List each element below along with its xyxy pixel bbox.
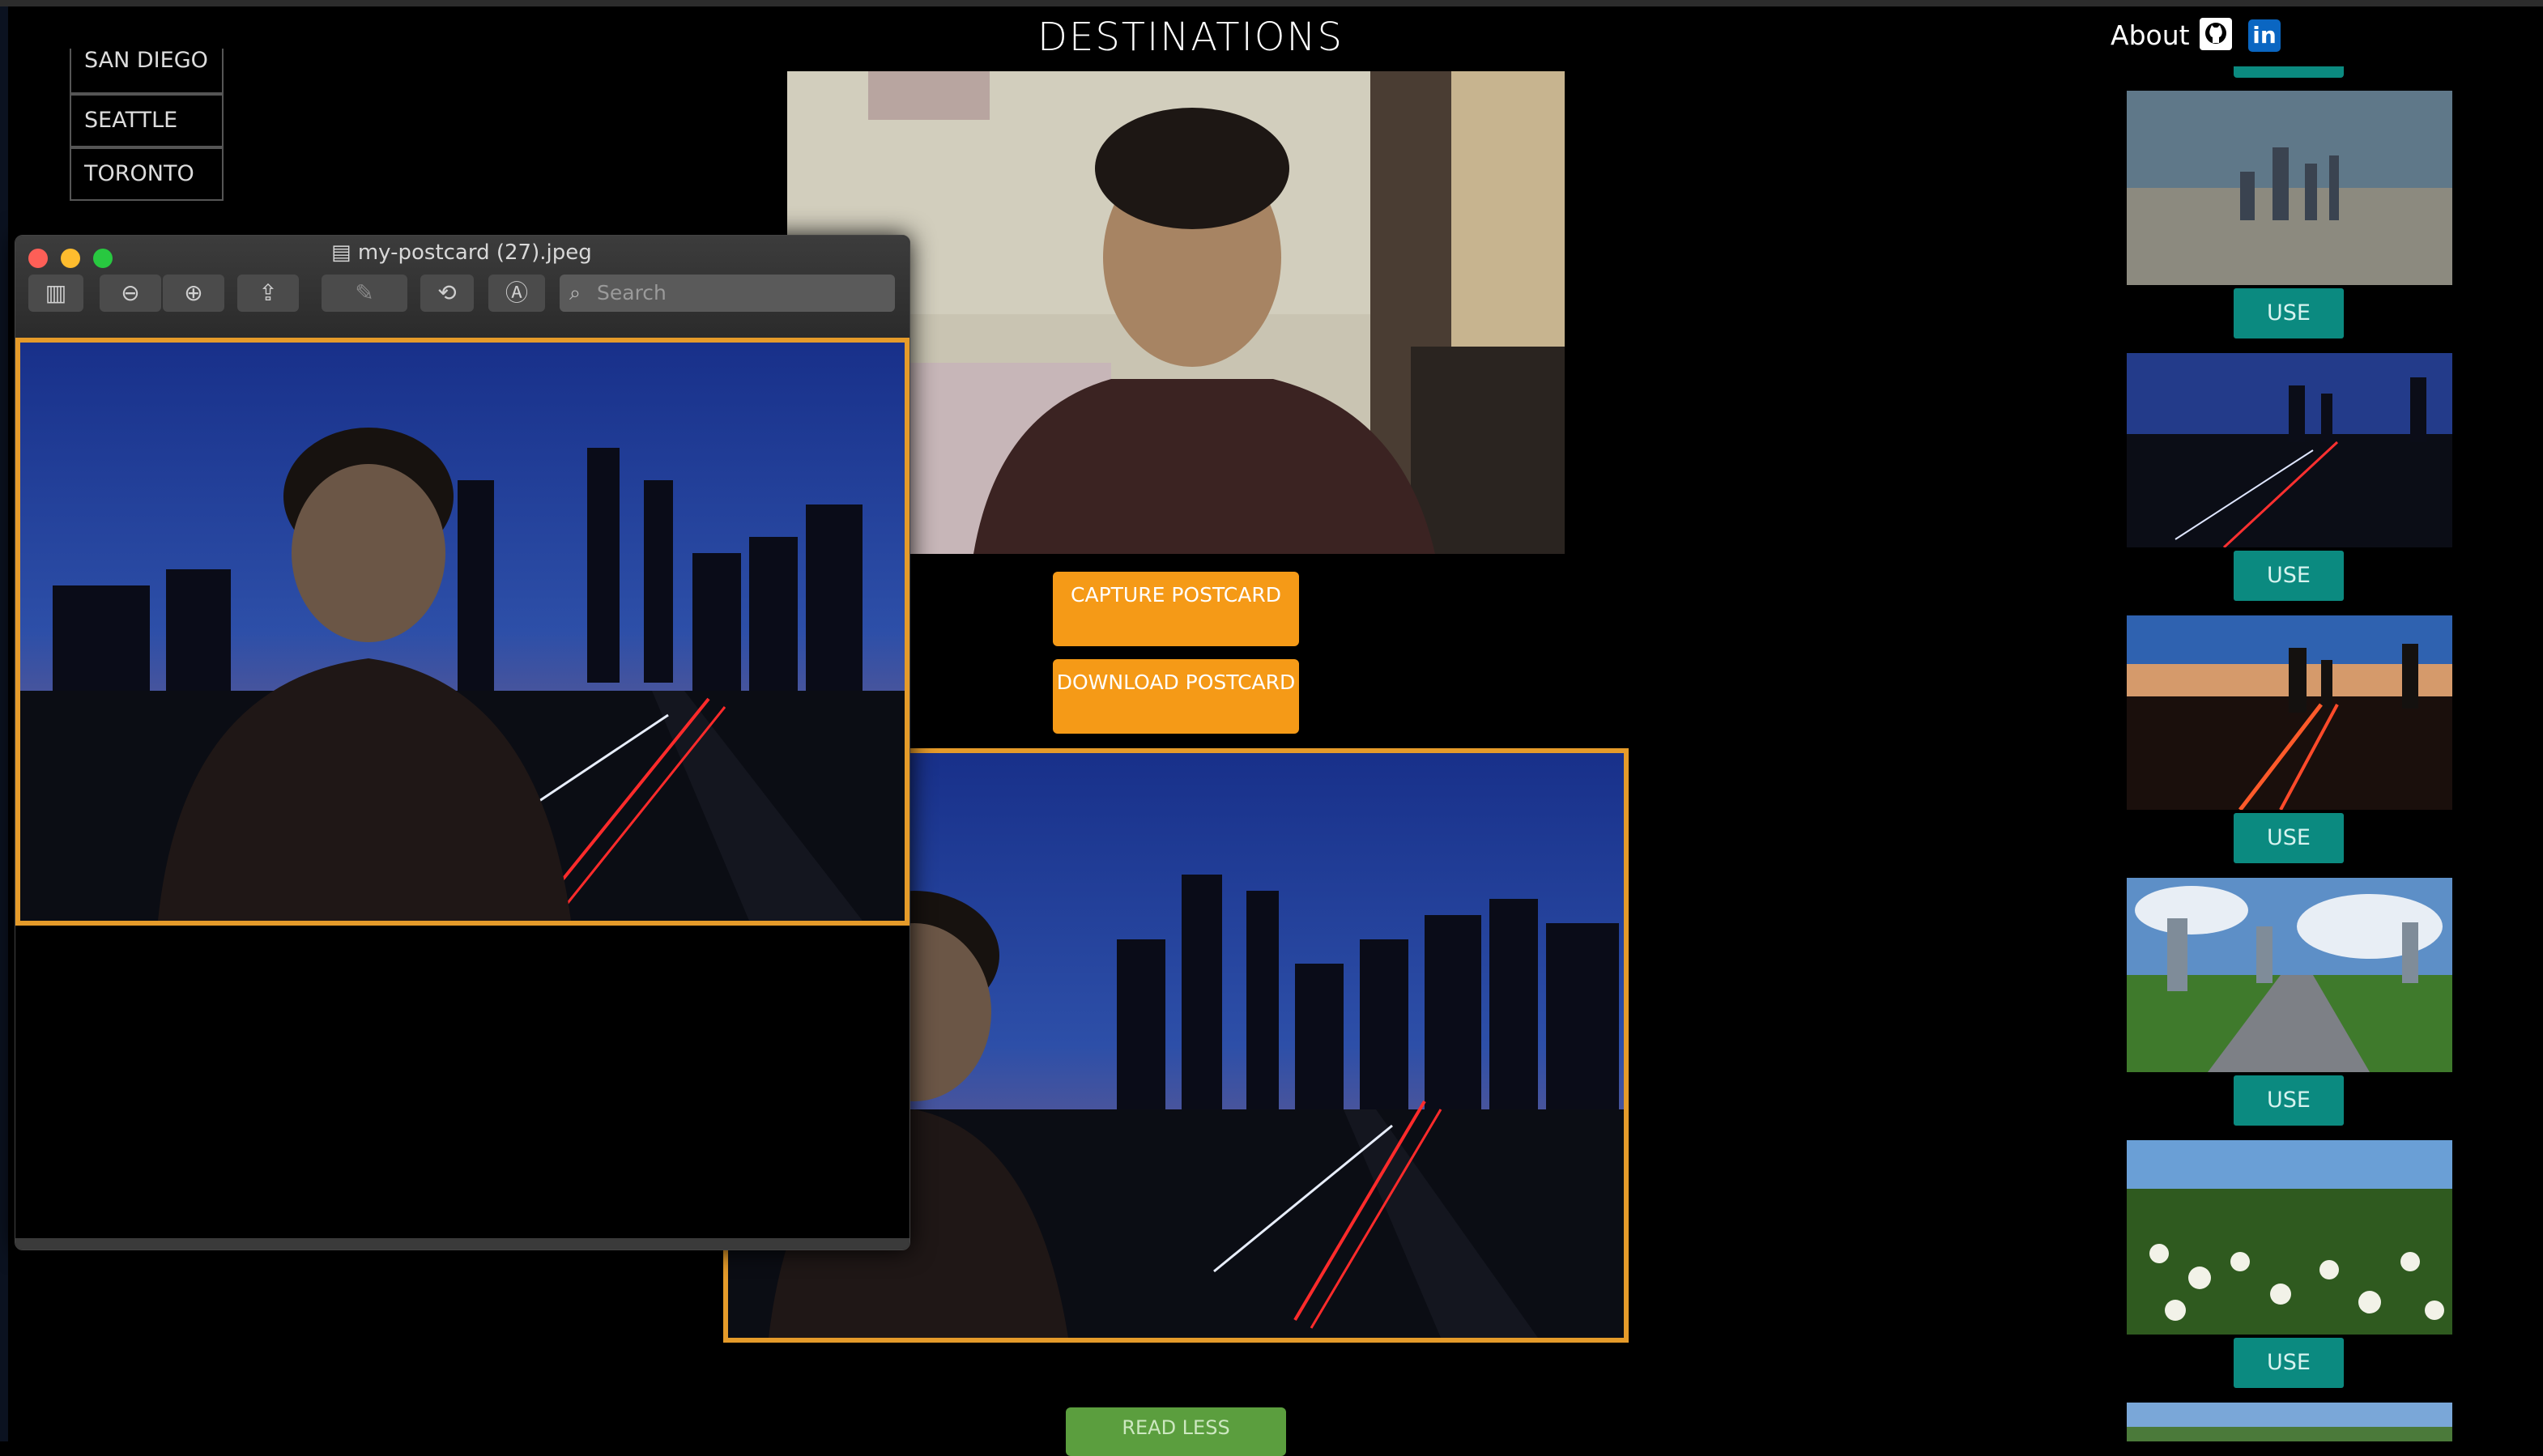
destination-thumbnail[interactable] (2127, 1403, 2452, 1441)
destination-thumbnail[interactable] (2127, 878, 2452, 1072)
github-icon[interactable] (2200, 18, 2232, 50)
close-window-button[interactable] (28, 249, 48, 268)
zoom-in-icon[interactable]: ⊕ (163, 275, 224, 312)
preview-filename: my-postcard (27).jpeg (357, 241, 592, 265)
rotate-icon[interactable]: ⟲ (420, 275, 474, 312)
preview-window-title: ▤ my-postcard (27).jpeg (331, 241, 607, 265)
about-link[interactable]: About (2111, 19, 2190, 51)
document-icon: ▤ (331, 241, 351, 265)
preview-window: ▤ my-postcard (27).jpeg ▥ ⊖ ⊕ ⇪ ✎ ⟲ Ⓐ ⌕ … (15, 235, 910, 1250)
city-item[interactable]: TORONTO (70, 147, 224, 201)
read-less-button[interactable]: READ LESS (1066, 1407, 1286, 1456)
city-item[interactable]: SAN DIEGO (70, 49, 224, 94)
preview-toolbar: ▤ my-postcard (27).jpeg ▥ ⊖ ⊕ ⇪ ✎ ⟲ Ⓐ ⌕ … (15, 236, 909, 338)
use-button[interactable]: USE (2234, 813, 2344, 863)
share-icon[interactable]: ⇪ (237, 275, 299, 312)
markup-icon[interactable]: Ⓐ (488, 275, 545, 312)
use-button[interactable] (2234, 66, 2344, 78)
use-button[interactable]: USE (2234, 1338, 2344, 1388)
search-placeholder: Search (597, 281, 667, 304)
zoom-window-button[interactable] (93, 249, 113, 268)
download-postcard-button[interactable]: DOWNLOAD POSTCARD (1053, 659, 1299, 734)
page-title: DESTINATIONS (1037, 15, 1344, 60)
destination-thumbnail[interactable] (2127, 91, 2452, 285)
desktop-edge (0, 6, 8, 1441)
use-button[interactable]: USE (2234, 1075, 2344, 1126)
sidebar-toggle-icon[interactable]: ▥ (28, 275, 83, 312)
window-top-edge (0, 0, 2543, 6)
preview-scrollbar[interactable] (15, 1238, 909, 1250)
city-list: SAN DIEGO SEATTLE TORONTO (70, 49, 224, 201)
capture-postcard-button[interactable]: CAPTURE POSTCARD (1053, 572, 1299, 646)
markup-pen-icon[interactable]: ✎ (322, 275, 407, 312)
use-button[interactable]: USE (2234, 288, 2344, 338)
minimize-window-button[interactable] (61, 249, 80, 268)
destination-thumbnail[interactable] (2127, 615, 2452, 810)
zoom-out-icon[interactable]: ⊖ (100, 275, 161, 312)
use-button[interactable]: USE (2234, 551, 2344, 601)
search-input[interactable]: ⌕ Search (560, 275, 895, 312)
destination-thumbnail[interactable] (2127, 353, 2452, 547)
destination-thumbnail[interactable] (2127, 1140, 2452, 1335)
linkedin-icon[interactable]: in (2248, 19, 2281, 52)
city-item[interactable]: SEATTLE (70, 94, 224, 147)
preview-postcard-image (15, 338, 909, 926)
search-icon: ⌕ (569, 281, 581, 304)
